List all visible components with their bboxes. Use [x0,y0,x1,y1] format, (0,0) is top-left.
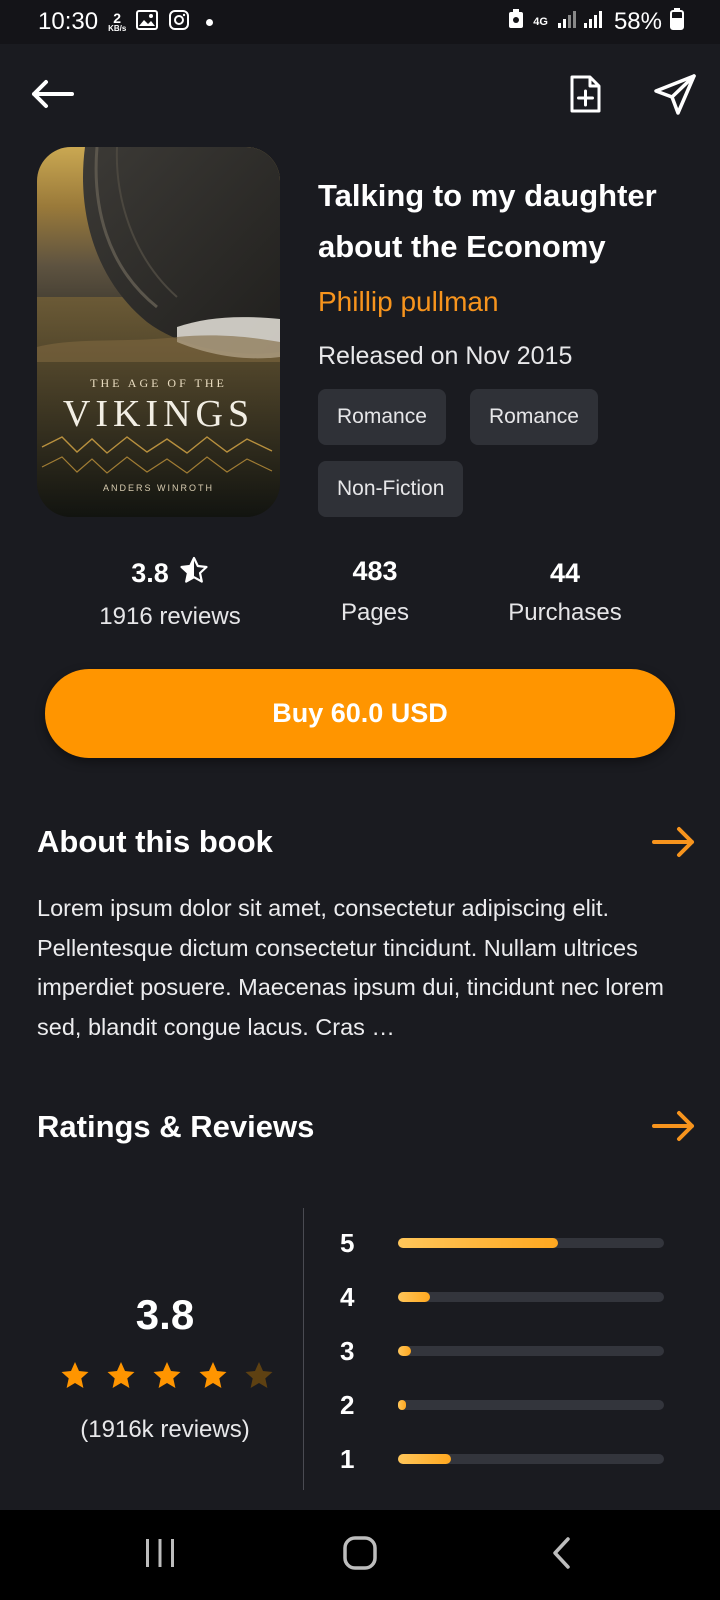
rating-bar-fill [398,1454,452,1464]
cover-title: VIKINGS [62,393,255,435]
star-icon [198,1361,228,1394]
rating-bar-row: 4 [340,1282,680,1312]
star-icon [152,1361,182,1394]
release-date: Released on Nov 2015 [318,342,573,370]
net-speed-indicator: 2 KB/s [108,9,127,33]
app-bar [0,64,720,128]
purchases-stat: 44 Purchases [480,556,650,627]
gallery-notification-icon [136,9,159,35]
star-icon [60,1361,90,1394]
rating-bar-label: 4 [340,1282,355,1312]
ratings-section-title: Ratings & Reviews [37,1109,315,1144]
reviews-label: 1916 reviews [99,603,241,630]
cover-author: ANDERS WINROTH [103,483,214,493]
rating-bar-label: 2 [340,1390,355,1420]
back-button[interactable] [24,72,80,120]
rating-bar-label: 1 [340,1444,355,1474]
about-description: Lorem ipsum dolor sit amet, consectetur … [37,895,664,1040]
ratings-summary: 3.8 (1916k reviews) 5 4 3 2 1 [0,1206,720,1490]
rating-bar-row: 2 [340,1390,680,1420]
cover-artwork [37,147,280,517]
signal-strength-icon [556,8,606,36]
arrow-right-icon [650,827,698,864]
instagram-notification-icon [168,9,190,36]
book-cover[interactable]: THE AGE OF THE VIKINGS ANDERS WINROTH [37,147,280,517]
rating-bar-fill [398,1238,558,1248]
ratings-more-button[interactable] [650,1108,698,1144]
network-type-icon: 4G [533,16,548,28]
status-bar: 10:30 2 KB/s 4G 58% [0,0,720,44]
star-icon [106,1361,136,1394]
rating-bar-row: 3 [340,1336,680,1366]
rating-bar-row: 5 [340,1228,680,1258]
add-to-library-button[interactable] [560,70,610,122]
genre-chip[interactable]: Romance [470,389,598,445]
rating-bar-track [398,1292,664,1302]
rating-value: 3.8 [131,558,169,588]
rating-stat: 3.8 1916 reviews [60,556,280,631]
home-button[interactable] [330,1530,390,1580]
rating-bar-label: 5 [340,1228,355,1258]
battery-percentage: 58% [613,8,662,35]
home-icon [342,1535,378,1576]
rating-stars [60,1361,274,1394]
average-rating: 3.8 [135,1291,195,1338]
file-plus-icon [568,74,602,119]
recents-button[interactable] [130,1530,190,1580]
system-nav-bar [0,1510,720,1600]
data-saver-icon [507,8,525,37]
star-half-icon [179,556,209,591]
rating-bar-track [398,1238,664,1248]
genre-chip[interactable]: Non-Fiction [318,461,464,517]
arrow-right-icon [650,1111,698,1148]
book-author[interactable]: Phillip pullman [318,286,499,318]
purchases-label: Purchases [508,599,622,626]
pages-label: Pages [340,599,410,626]
rating-bar-fill [398,1400,406,1410]
purchases-value: 44 [549,558,581,588]
rating-bar-label: 3 [340,1336,355,1366]
net-speed-value: 2 [113,9,122,26]
chevron-left-icon [550,1536,574,1575]
share-button[interactable] [648,70,702,122]
pages-value: 483 [352,556,398,586]
buy-button[interactable]: Buy 60.0 USD [45,669,675,758]
about-section-title: About this book [37,824,273,859]
send-icon [653,73,697,120]
ratings-divider [303,1208,304,1490]
rating-bar-row: 1 [340,1444,680,1474]
rating-bar-track [398,1346,664,1356]
reviews-count: (1916k reviews) [80,1416,250,1443]
book-title: Talking to my daughter about the Economy [318,178,657,264]
net-speed-unit: KB/s [108,23,127,33]
arrow-left-icon [28,78,76,115]
battery-icon [670,7,684,37]
pages-stat: 483 Pages [300,556,450,627]
about-more-button[interactable] [650,824,698,860]
cover-subtitle: THE AGE OF THE [90,376,227,390]
genre-chip[interactable]: Romance [318,389,446,445]
rating-bar-track [398,1454,664,1464]
rating-bar-fill [398,1346,412,1356]
more-notifications-dot [206,18,214,26]
recents-icon [143,1537,177,1574]
star-icon [244,1361,274,1394]
system-back-button[interactable] [532,1530,592,1580]
rating-bar-track [398,1400,664,1410]
status-time: 10:30 [38,8,99,35]
rating-bar-fill [398,1292,430,1302]
